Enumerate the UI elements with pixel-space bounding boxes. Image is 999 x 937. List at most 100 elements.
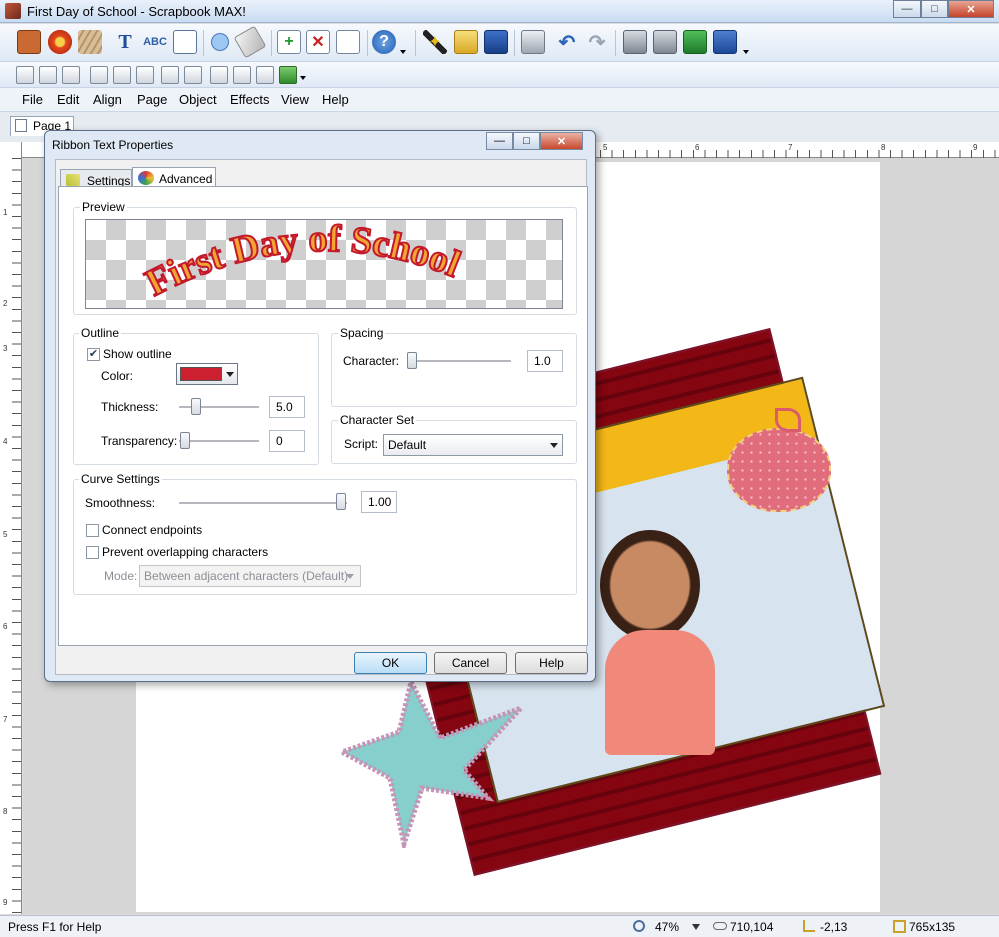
menu-effects[interactable]: Effects	[230, 92, 270, 107]
prevent-overlap-checkbox[interactable]	[86, 546, 99, 559]
thickness-slider-thumb[interactable]	[191, 398, 201, 415]
script-label: Script:	[344, 437, 379, 451]
ruler-ticks	[600, 150, 999, 158]
status-help-text: Press F1 for Help	[8, 920, 102, 934]
menu-page[interactable]: Page	[137, 92, 167, 107]
thickness-field[interactable]: 5.0	[269, 396, 305, 418]
dropdown-arrow-icon[interactable]	[300, 76, 306, 80]
minimize-button[interactable]: —	[893, 0, 921, 18]
ruler-number: 1	[3, 208, 8, 217]
show-outline-checkbox[interactable]: ✔	[87, 348, 100, 361]
script-select[interactable]: Default	[383, 434, 563, 456]
same-height-icon[interactable]	[184, 66, 202, 84]
charset-label: Character Set	[338, 413, 417, 427]
group-icon[interactable]	[279, 66, 297, 84]
ruler-number: 5	[3, 530, 8, 539]
align-top-icon[interactable]	[90, 66, 108, 84]
help-button[interactable]: Help	[515, 652, 588, 674]
magic-wand-icon[interactable]: ✦	[423, 30, 447, 54]
outline-color-picker[interactable]	[176, 363, 238, 385]
ribbon-text-dialog: Ribbon Text Properties — □ ✕ Settings Ad…	[44, 130, 596, 682]
page-icon	[15, 119, 27, 132]
dropdown-arrow-icon[interactable]	[743, 50, 749, 54]
eraser-icon[interactable]	[233, 25, 267, 59]
align-left-icon[interactable]	[16, 66, 34, 84]
cancel-button[interactable]: Cancel	[434, 652, 507, 674]
photo-girl-face	[600, 530, 700, 640]
distribute-h-icon[interactable]	[210, 66, 228, 84]
align-center-icon[interactable]	[39, 66, 57, 84]
zoom-dropdown-icon[interactable]	[692, 924, 700, 930]
ok-button[interactable]: OK	[354, 652, 427, 674]
toolbar-separator	[514, 30, 515, 56]
save-icon[interactable]	[484, 30, 508, 54]
close-button[interactable]: ✕	[948, 0, 994, 18]
character-slider-thumb[interactable]	[407, 352, 417, 369]
status-position: -2,13	[820, 920, 848, 934]
paper-icon[interactable]	[78, 30, 102, 54]
layer-up-icon[interactable]	[683, 30, 707, 54]
dialog-close-button[interactable]: ✕	[540, 132, 583, 150]
delete-page-icon[interactable]: ✕	[306, 30, 330, 54]
thickness-label: Thickness:	[101, 400, 159, 414]
spellcheck-icon[interactable]: ABC	[143, 30, 167, 54]
status-zoom: 47%	[655, 920, 680, 934]
same-width-icon[interactable]	[161, 66, 179, 84]
open-folder-icon[interactable]	[454, 30, 478, 54]
send-back-icon[interactable]	[653, 30, 677, 54]
transparency-field[interactable]: 0	[269, 430, 305, 452]
show-outline-label: Show outline	[103, 347, 172, 361]
print-icon[interactable]	[521, 30, 545, 54]
maximize-button[interactable]: □	[921, 0, 948, 18]
bring-front-icon[interactable]	[623, 30, 647, 54]
redo-icon[interactable]: ↷	[585, 30, 609, 54]
smoothness-slider-thumb[interactable]	[336, 493, 346, 510]
center-page-icon[interactable]	[256, 66, 274, 84]
dialog-minimize-button[interactable]: —	[486, 132, 513, 150]
photo-icon[interactable]	[17, 30, 41, 54]
color-swatch	[180, 367, 222, 381]
preview-label: Preview	[80, 200, 127, 214]
menu-align[interactable]: Align	[93, 92, 122, 107]
layer-down-icon[interactable]	[713, 30, 737, 54]
align-middle-icon[interactable]	[113, 66, 131, 84]
new-page-icon[interactable]: +	[277, 30, 301, 54]
flower-icon[interactable]	[48, 30, 72, 54]
dropdown-arrow-icon[interactable]	[400, 50, 406, 54]
menu-edit[interactable]: Edit	[57, 92, 79, 107]
cursor-icon	[713, 922, 727, 930]
character-slider-track[interactable]	[407, 360, 511, 362]
text-icon[interactable]: T	[113, 30, 137, 54]
star-embellishment[interactable]	[338, 678, 524, 848]
zoom-icon[interactable]	[208, 30, 232, 54]
page-icon[interactable]	[336, 30, 360, 54]
help-icon[interactable]: ?	[372, 30, 396, 54]
notes-icon[interactable]	[173, 30, 197, 54]
color-label: Color:	[101, 369, 134, 383]
outline-label: Outline	[79, 326, 122, 340]
transparency-slider-thumb[interactable]	[180, 432, 190, 449]
menu-file[interactable]: File	[22, 92, 43, 107]
smoothness-field[interactable]: 1.00	[361, 491, 397, 513]
smoothness-slider-track[interactable]	[179, 502, 347, 504]
spacing-label: Spacing	[338, 326, 386, 340]
app-icon	[5, 3, 21, 19]
undo-icon[interactable]: ↶	[555, 30, 579, 54]
character-spacing-field[interactable]: 1.0	[527, 350, 563, 372]
toolbar-separator	[415, 30, 416, 56]
dialog-maximize-button[interactable]: □	[513, 132, 540, 150]
menu-help[interactable]: Help	[322, 92, 349, 107]
chevron-down-icon	[346, 574, 354, 579]
distribute-v-icon[interactable]	[233, 66, 251, 84]
mode-select[interactable]: Between adjacent characters (Default)	[139, 565, 361, 587]
menu-object[interactable]: Object	[179, 92, 217, 107]
transparency-slider-track[interactable]	[179, 440, 259, 442]
palette-icon	[138, 171, 154, 185]
connect-endpoints-checkbox[interactable]	[86, 524, 99, 537]
ruler-number: 7	[3, 715, 8, 724]
apple-embellishment[interactable]	[727, 428, 831, 512]
menu-view[interactable]: View	[281, 92, 309, 107]
align-right-icon[interactable]	[62, 66, 80, 84]
mode-label: Mode:	[104, 569, 138, 583]
align-bottom-icon[interactable]	[136, 66, 154, 84]
